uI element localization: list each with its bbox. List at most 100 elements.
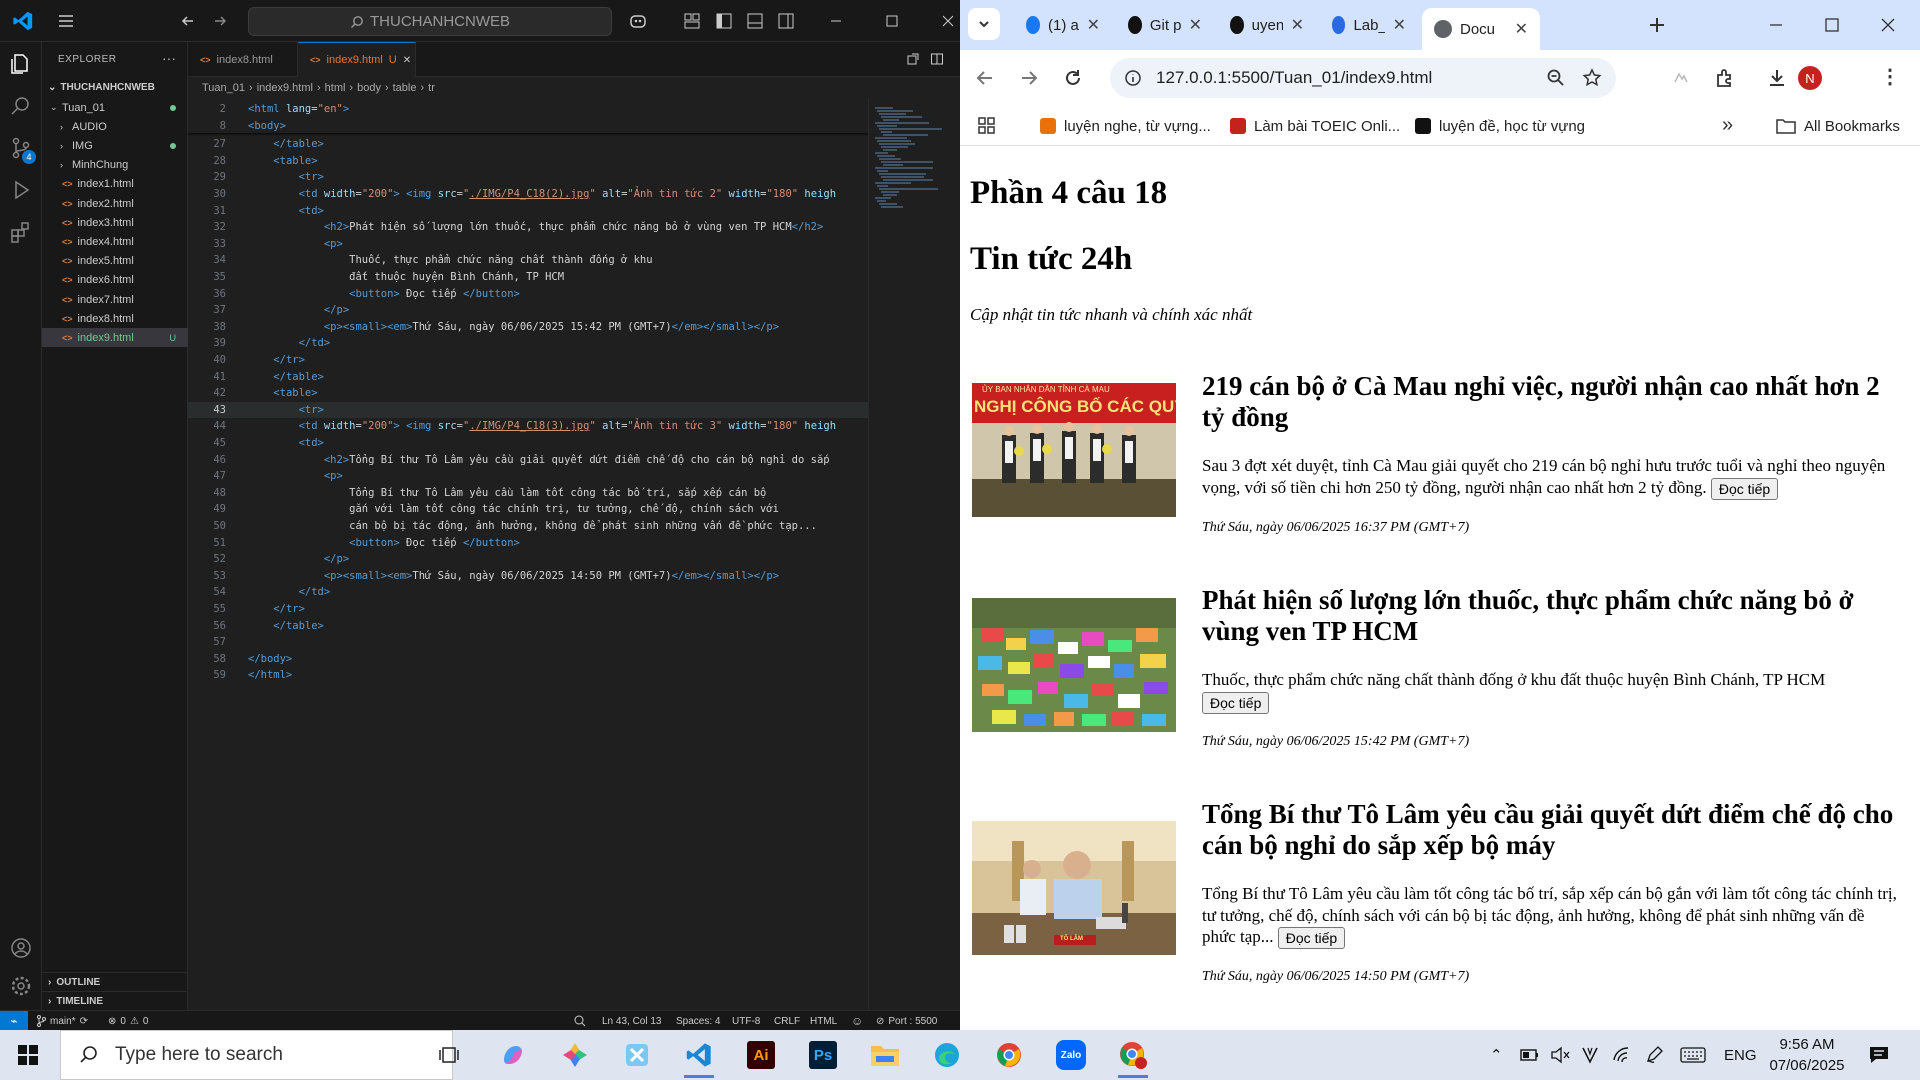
code-line[interactable]: 56 </table> [188,618,868,635]
back-arrow-icon[interactable] [178,11,198,31]
code-line[interactable]: 43 <tr> [188,401,868,419]
show-hidden-icons[interactable]: ⌃ [1490,1030,1503,1080]
editor-tab[interactable]: <> index9.html U ✕ [298,42,416,77]
browser-tab[interactable]: Lab_0 ✕ [1320,8,1418,42]
language-mode[interactable]: HTML [810,1011,837,1031]
code-line[interactable]: 45 <td> [188,435,868,452]
outline-section[interactable]: › OUTLINE [42,972,188,992]
reload-icon[interactable] [1062,67,1084,89]
vpn-icon[interactable] [1580,1045,1600,1065]
code-line[interactable]: 51 <button> Đọc tiếp </button> [188,535,868,552]
code-line[interactable]: 48 Tổng Bí thư Tô Lâm yêu cầu làm tốt cô… [188,485,868,502]
code-line[interactable]: 27 </table> [188,136,868,153]
breadcrumb-item[interactable]: body [357,82,381,94]
more-bookmarks-icon[interactable]: » [1722,114,1733,137]
code-line[interactable]: 38 <p><small><em>Thứ Sáu, ngày 06/06/202… [188,319,868,336]
tree-file[interactable]: <> index5.html [42,252,188,271]
back-arrow-icon[interactable] [974,67,996,89]
breadcrumb-item[interactable]: index9.html [257,82,313,94]
remote-indicator-icon[interactable]: ⌁ [0,1011,28,1031]
task-view-icon[interactable] [424,1030,474,1080]
extension-puzzle-faded-icon[interactable] [1670,67,1692,89]
touch-keyboard-icon[interactable] [1680,1047,1706,1063]
system-clock[interactable]: 9:56 AM 07/06/2025 [1768,1034,1846,1076]
forward-arrow-icon[interactable] [210,11,230,31]
command-center-search[interactable]: THUCHANHCNWEB [248,7,612,36]
run-debug-icon[interactable] [9,178,33,202]
browser-tab[interactable]: uyenn ✕ [1218,8,1316,42]
copilot-app-icon[interactable] [488,1030,538,1080]
chrome-app-icon[interactable] [984,1030,1034,1080]
code-line[interactable]: 32 <h2>Phát hiện số lượng lớn thuốc, thự… [188,219,868,236]
menu-icon[interactable] [56,11,76,31]
toggle-secondary-sidebar-icon[interactable] [776,11,796,31]
apps-grid-icon[interactable] [978,117,996,135]
bookmark-item[interactable]: Làm bài TOEIC Onli... [1230,106,1400,146]
vscode-app-icon[interactable] [674,1030,724,1080]
code-line[interactable]: 53 <p><small><em>Thứ Sáu, ngày 06/06/202… [188,568,868,585]
read-more-button-3[interactable]: Đọc tiếp [1277,927,1346,950]
bookmark-item[interactable]: luyện nghe, từ vựng... [1040,106,1211,146]
code-line[interactable]: 33 <p> [188,236,868,253]
zalo-app-icon[interactable]: Zalo [1046,1030,1096,1080]
line-ending[interactable]: CRLF [774,1011,800,1031]
browser-tab[interactable]: Git pu ✕ [1116,8,1214,42]
code-line[interactable]: 41 </table> [188,369,868,386]
tree-folder[interactable]: › AUDIO [42,117,188,136]
photos-app-icon[interactable] [550,1030,600,1080]
tree-file[interactable]: <> index3.html [42,213,188,232]
zoom-icon[interactable] [573,1014,587,1028]
breadcrumb-item[interactable]: Tuan_01 [202,82,245,94]
snipping-tool-icon[interactable] [612,1030,662,1080]
settings-gear-icon[interactable] [9,974,33,998]
speaker-muted-icon[interactable] [1550,1046,1570,1064]
maximize-icon[interactable] [1822,15,1842,35]
browser-tab[interactable]: Docu ✕ [1422,8,1540,50]
tree-file[interactable]: <> index2.html [42,194,188,213]
project-folder-header[interactable]: ⌄ THUCHANHCNWEB [42,78,188,96]
bookmark-item[interactable]: luyện đề, học từ vựng [1415,106,1585,146]
explorer-files-icon[interactable] [9,52,33,76]
code-line[interactable]: 58 </body> [188,651,868,668]
tab-search-button[interactable] [968,8,1000,40]
live-server-port[interactable]: ⊘ Port : 5500 [876,1011,937,1031]
close-tab-icon[interactable]: ✕ [403,55,411,66]
code-line[interactable]: 28 <table> [188,153,868,170]
chrome-menu-icon[interactable]: ⋮ [1880,64,1900,89]
code-line[interactable]: 59 </html> [188,667,868,684]
code-line[interactable]: 46 <h2>Tổng Bí thư Tô Lâm yêu cầu giải q… [188,452,868,469]
read-more-button-2[interactable]: Đọc tiếp [1202,691,1270,714]
download-icon[interactable] [1766,67,1788,89]
code-line[interactable]: 29 <tr> [188,169,868,186]
copilot-status-icon[interactable]: ☺ [851,1014,863,1028]
encoding[interactable]: UTF-8 [732,1011,760,1031]
code-line[interactable]: 42 <table> [188,385,868,402]
tree-file[interactable]: <> index9.html U [42,328,188,348]
all-bookmarks-button[interactable]: All Bookmarks [1776,106,1900,146]
cursor-position[interactable]: Ln 43, Col 13 [602,1011,662,1031]
code-line[interactable]: 30 <td width="200"> <img src="./IMG/P4_C… [188,186,868,203]
code-line[interactable]: 55 </tr> [188,601,868,618]
code-editor[interactable]: 2 <html lang="en"> 8 <body> 27 </table> 28 <t… [188,99,868,1010]
edge-app-icon[interactable] [922,1030,972,1080]
tree-file[interactable]: <> index7.html [42,290,188,309]
illustrator-app-icon[interactable]: Ai [736,1030,786,1080]
timeline-section[interactable]: › TIMELINE [42,991,188,1011]
toggle-sidebar-icon[interactable] [714,11,734,31]
copilot-icon[interactable] [628,11,648,31]
browser-tab[interactable]: (1) an ✕ [1014,8,1112,42]
code-line[interactable]: 31 <td> [188,203,868,220]
code-line[interactable]: 49 gắn với làm tốt công tác chính trị, t… [188,501,868,518]
tree-file[interactable]: <> index1.html [42,175,188,194]
tree-file[interactable]: <> index4.html [42,232,188,251]
wifi-icon[interactable] [1612,1046,1632,1064]
breadcrumb-item[interactable]: table [393,82,417,94]
problems-indicator[interactable]: ⊗ 0 ⚠ 0 [108,1011,148,1031]
site-info-icon[interactable] [1124,69,1142,87]
extensions-icon[interactable] [9,220,33,244]
code-line[interactable]: 36 <button> Đọc tiếp </button> [188,286,868,303]
tree-folder[interactable]: ⌄ Tuan_01 [42,98,188,117]
layout-icon[interactable] [682,11,702,31]
close-tab-icon[interactable]: ✕ [1291,15,1304,35]
maximize-icon[interactable] [882,11,902,31]
